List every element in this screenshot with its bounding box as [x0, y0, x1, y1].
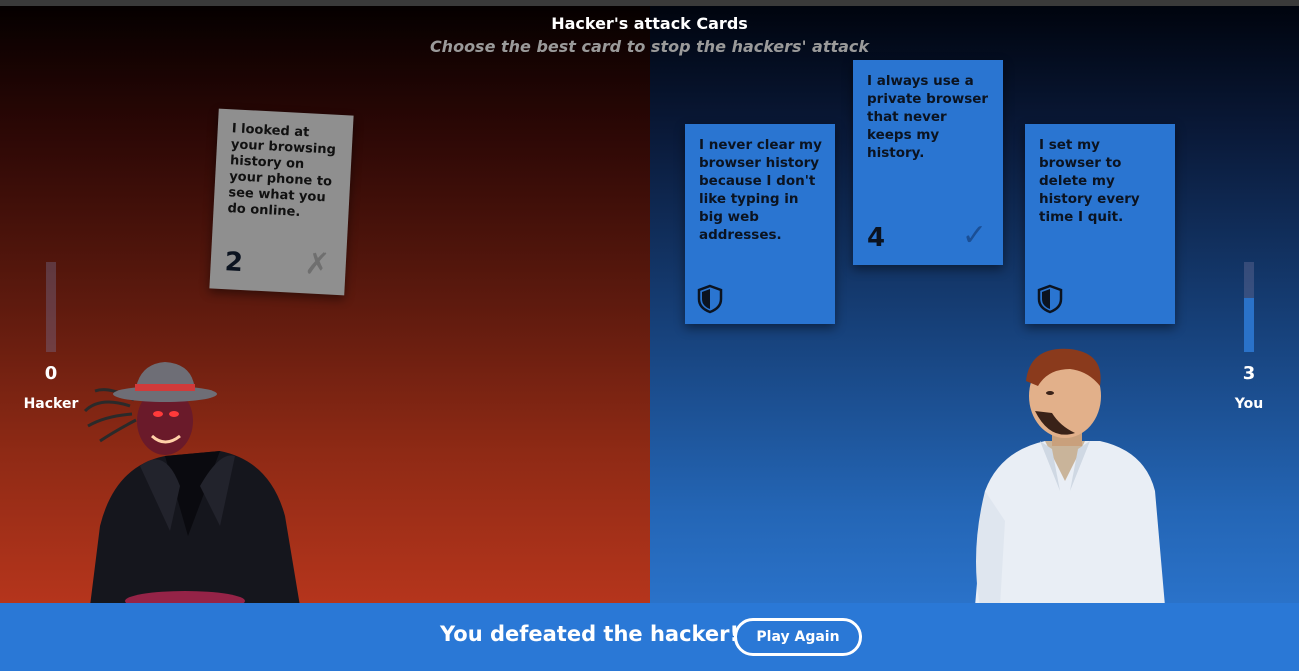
- hacker-played-card: I looked at your browsing history on you…: [209, 108, 354, 296]
- page-title: Hacker's attack Cards: [551, 14, 748, 33]
- card-text: I set my browser to delete my history ev…: [1039, 137, 1140, 225]
- game-stage: 0 Hacker 3 You I looked at your browsing…: [0, 6, 1299, 603]
- answer-card-3[interactable]: I set my browser to delete my history ev…: [1025, 124, 1175, 324]
- hacker-character: [83, 362, 300, 603]
- answer-card-2[interactable]: I always use a private browser that neve…: [853, 60, 1003, 265]
- shield-icon: [697, 284, 723, 314]
- hacker-score-bar: [46, 262, 56, 352]
- result-banner: You defeated the hacker! Play Again: [0, 603, 1299, 671]
- hacker-score: 0: [44, 363, 58, 384]
- checkmark-icon: ✓: [961, 218, 987, 253]
- card-text: I looked at your browsing history on you…: [227, 121, 337, 220]
- play-again-button[interactable]: Play Again: [734, 618, 862, 656]
- page-subtitle: Choose the best card to stop the hackers…: [429, 37, 870, 56]
- player-character: [975, 348, 1165, 603]
- card-number: 4: [867, 223, 886, 253]
- shield-icon: [1037, 284, 1063, 314]
- player-score-bar: [1244, 262, 1254, 352]
- card-number: 2: [223, 247, 244, 279]
- answer-card-1[interactable]: I never clear my browser history because…: [685, 124, 835, 324]
- card-text: I never clear my browser history because…: [699, 137, 822, 243]
- card-text: I always use a private browser that neve…: [867, 73, 989, 161]
- player-score: 3: [1242, 363, 1256, 384]
- hacker-label: Hacker: [23, 396, 79, 412]
- cross-icon: ✗: [303, 246, 331, 283]
- player-label: You: [1234, 396, 1264, 412]
- player-score-fill: [1244, 298, 1254, 352]
- result-message: You defeated the hacker!: [440, 622, 740, 646]
